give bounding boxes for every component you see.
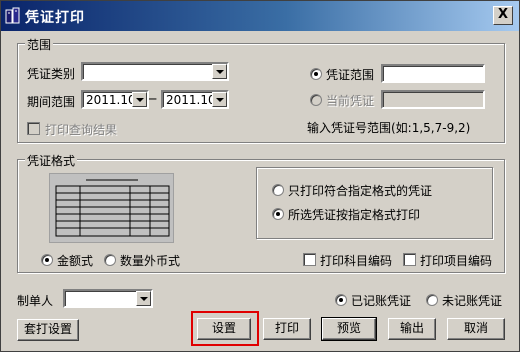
amount-format-radio[interactable] (41, 254, 53, 266)
preview-button[interactable]: 预览 (321, 317, 377, 341)
voucher-print-dialog: 凭证打印 X 范围 凭证类别 期间范围 2011.10 ─ 2011.10 打印… (0, 0, 520, 352)
only-matching-format-label: 只打印符合指定格式的凭证 (288, 184, 433, 198)
all-selected-format-label: 所选凭证按指定格式打印 (288, 208, 421, 222)
settings-button[interactable]: 设置 (197, 318, 251, 340)
print-item-code-checkbox[interactable] (403, 253, 416, 266)
period-from-value: 2011.10 (86, 93, 136, 107)
unposted-voucher-label: 未记账凭证 (442, 294, 503, 308)
voucher-type-label: 凭证类别 (27, 67, 76, 81)
chevron-down-icon[interactable] (212, 92, 227, 107)
chevron-down-icon[interactable] (212, 64, 227, 79)
format-group-legend: 凭证格式 (25, 152, 78, 169)
print-query-result-checkbox[interactable] (27, 122, 40, 135)
period-separator: ─ (149, 92, 157, 106)
voucher-format-preview (49, 173, 174, 243)
window-title: 凭证打印 (25, 10, 85, 26)
maker-label: 制单人 (17, 294, 54, 308)
all-selected-format-radio[interactable] (272, 208, 284, 220)
period-to-value: 2011.10 (166, 93, 216, 107)
print-query-result-label: 打印查询结果 (45, 123, 118, 137)
voucher-type-select[interactable] (81, 62, 229, 81)
only-matching-format-radio[interactable] (272, 184, 284, 196)
voucher-range-hint: 输入凭证号范围(如:1,5,7-9,2) (307, 121, 471, 135)
chevron-down-icon[interactable] (136, 291, 151, 306)
period-from-select[interactable]: 2011.10 (81, 90, 149, 109)
format-option-frame (256, 167, 493, 239)
foreign-qty-format-label: 数量外币式 (120, 254, 181, 268)
maker-select[interactable] (63, 289, 153, 308)
range-group-legend: 范围 (25, 36, 54, 53)
chevron-down-icon[interactable] (132, 92, 147, 107)
print-item-code-label: 打印项目编码 (420, 254, 493, 268)
unposted-voucher-radio[interactable] (426, 294, 438, 306)
print-app-icon (5, 7, 20, 24)
current-voucher-label: 当前凭证 (326, 94, 375, 108)
posted-voucher-radio[interactable] (335, 294, 347, 306)
period-range-label: 期间范围 (27, 95, 76, 109)
title-bar[interactable]: 凭证打印 X (1, 1, 519, 31)
voucher-range-radio[interactable] (310, 68, 322, 80)
voucher-range-input[interactable] (381, 64, 485, 83)
foreign-qty-format-radio[interactable] (104, 254, 116, 266)
overlay-setup-button[interactable]: 套打设置 (17, 319, 79, 341)
export-button[interactable]: 输出 (388, 318, 436, 340)
current-voucher-input[interactable] (381, 90, 485, 109)
close-icon: X (497, 7, 509, 22)
print-button[interactable]: 打印 (263, 318, 311, 340)
voucher-preview-drawing (55, 179, 170, 237)
posted-voucher-label: 已记账凭证 (351, 294, 412, 308)
period-to-select[interactable]: 2011.10 (161, 90, 229, 109)
cancel-button[interactable]: 取消 (447, 318, 505, 340)
print-account-code-checkbox[interactable] (303, 253, 316, 266)
current-voucher-radio[interactable] (310, 94, 322, 106)
close-button[interactable]: X (493, 6, 513, 25)
print-account-code-label: 打印科目编码 (320, 254, 393, 268)
voucher-range-label: 凭证范围 (326, 68, 375, 82)
amount-format-label: 金额式 (57, 254, 94, 268)
